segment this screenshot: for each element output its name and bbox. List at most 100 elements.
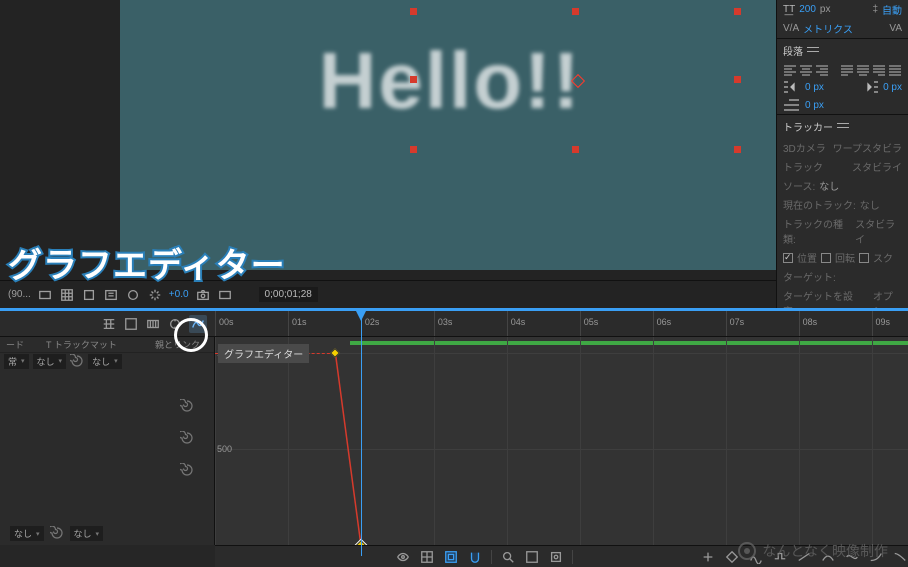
tracker-source-value[interactable]: なし <box>819 178 839 193</box>
text-layer-hello[interactable]: Hello!! <box>319 35 582 127</box>
render-queue-icon[interactable] <box>101 316 117 332</box>
ruler-tick: 06s <box>653 311 672 336</box>
grid-icon[interactable] <box>59 287 75 303</box>
tracker-source-label: ソース: <box>783 178 815 193</box>
first-line-indent-icon[interactable] <box>783 98 801 112</box>
tracker-3dcamera-button[interactable]: 3Dカメラ <box>783 140 826 155</box>
tracker-type-label: トラックの種類: <box>783 216 851 246</box>
transform-handle[interactable] <box>572 146 579 153</box>
panel-menu-icon[interactable] <box>837 123 849 131</box>
justify-center-icon[interactable] <box>856 64 870 76</box>
transform-handle[interactable] <box>410 76 417 83</box>
separate-dimensions-icon[interactable] <box>700 549 716 565</box>
kerning-value[interactable]: メトリクス <box>803 21 853 36</box>
tracker-warpstab-button[interactable]: ワープスタビラ <box>833 140 902 155</box>
tracker-stabilize-button[interactable]: スタビライ <box>852 159 902 174</box>
graph-editor-button[interactable] <box>189 315 207 333</box>
font-size-unit: px <box>820 4 831 15</box>
eye-icon[interactable] <box>395 549 411 565</box>
reset-exposure-icon[interactable] <box>147 287 163 303</box>
transform-handle[interactable] <box>734 76 741 83</box>
parent-dropdown[interactable]: なし <box>88 354 122 369</box>
align-left-icon[interactable] <box>783 64 797 76</box>
easy-ease-out-icon[interactable] <box>892 549 908 565</box>
time-ruler[interactable]: 00s01s02s03s04s05s06s07s08s09s <box>215 311 908 336</box>
transform-handle[interactable] <box>734 146 741 153</box>
graph-editor-tooltip: グラフエディター <box>218 344 309 363</box>
leading-icon[interactable]: ‡ <box>872 4 878 15</box>
paragraph-panel-header[interactable]: 段落 <box>777 38 908 62</box>
graph-options-icon[interactable] <box>419 549 435 565</box>
pickwhip-icon[interactable] <box>180 431 194 445</box>
ruler-tick: 01s <box>288 311 307 336</box>
pickwhip-icon[interactable] <box>70 354 84 368</box>
auto-zoom-icon[interactable] <box>500 549 516 565</box>
indent-left-value[interactable]: 0 px <box>805 82 824 93</box>
indent-right-icon[interactable] <box>861 80 879 94</box>
current-time-indicator[interactable] <box>361 311 362 556</box>
pickwhip-icon[interactable] <box>180 463 194 477</box>
blend-mode-dropdown[interactable]: 常 <box>4 354 29 369</box>
show-transform-box-icon[interactable] <box>443 549 459 565</box>
indent-left-icon[interactable] <box>783 80 801 94</box>
transform-handle[interactable] <box>410 8 417 15</box>
align-center-icon[interactable] <box>799 64 813 76</box>
viewer-canvas[interactable]: Hello!! <box>120 0 780 270</box>
fit-all-icon[interactable] <box>524 549 540 565</box>
show-snapshot-icon[interactable] <box>217 287 233 303</box>
auto-leading-label[interactable]: 自動 <box>882 2 902 17</box>
ruler-tick: 05s <box>580 311 599 336</box>
zoom-dropdown[interactable]: (90... <box>8 289 31 300</box>
tracking-icon[interactable]: VA <box>889 23 902 34</box>
timeline-panel: 00s01s02s03s04s05s06s07s08s09s グラフエディター … <box>0 311 908 567</box>
snapshot-icon[interactable] <box>195 287 211 303</box>
font-size-value[interactable]: 200 <box>799 4 816 15</box>
right-panel-column: T͟T 200 px ‡ 自動 V/A メトリクス VA 段落 0 px 0 p… <box>776 0 908 308</box>
current-timecode[interactable]: 0;00;01;28 <box>259 287 318 302</box>
align-right-icon[interactable] <box>815 64 829 76</box>
first-line-indent-value[interactable]: 0 px <box>805 100 824 111</box>
justify-right-icon[interactable] <box>872 64 886 76</box>
shy-icon[interactable] <box>123 316 139 332</box>
ruler-tick: 09s <box>872 311 891 336</box>
col-mode: ード <box>0 338 30 351</box>
transform-handle[interactable] <box>734 8 741 15</box>
resolution-dropdown[interactable] <box>37 287 53 303</box>
pickwhip-icon[interactable] <box>180 399 194 413</box>
guides-icon[interactable] <box>81 287 97 303</box>
timeline-header: 00s01s02s03s04s05s06s07s08s09s <box>0 311 908 337</box>
track-matte-dropdown[interactable]: なし <box>33 354 67 369</box>
snap-icon[interactable] <box>467 549 483 565</box>
tracker-track-button[interactable]: トラック <box>783 159 823 174</box>
justify-left-icon[interactable] <box>840 64 854 76</box>
ruler-tick: 07s <box>726 311 745 336</box>
mask-icon[interactable] <box>103 287 119 303</box>
tracker-type-value: スタビライ <box>855 216 902 246</box>
graph-editor-area[interactable]: 1000 %500 <box>215 337 908 545</box>
ruler-tick: 03s <box>434 311 453 336</box>
tracker-target-label: ターゲット: <box>783 269 836 284</box>
indent-right-value[interactable]: 0 px <box>883 82 902 93</box>
col-trackmatte: T トラックマット <box>40 338 123 351</box>
pickwhip-icon[interactable] <box>50 526 64 540</box>
viewer-toolbar: (90... +0.0 0;00;01;28 <box>0 280 776 308</box>
exposure-value[interactable]: +0.0 <box>169 289 189 300</box>
channel-icon[interactable] <box>125 287 141 303</box>
transform-handle[interactable] <box>572 8 579 15</box>
panel-menu-icon[interactable] <box>807 47 819 55</box>
transform-handle[interactable] <box>410 146 417 153</box>
tracker-panel-title: トラッカー <box>783 119 833 134</box>
watermark: なんとなく映像制作 <box>738 541 888 561</box>
fit-selection-icon[interactable] <box>548 549 564 565</box>
tracker-position-checkbox[interactable] <box>783 253 793 263</box>
tracker-rotation-checkbox[interactable] <box>821 253 831 263</box>
tracker-scale-checkbox[interactable] <box>859 253 869 263</box>
frame-blend-icon[interactable] <box>145 316 161 332</box>
tracker-panel-header[interactable]: トラッカー <box>777 114 908 138</box>
tracker-scale-label: スク <box>873 250 893 265</box>
motion-blur-icon[interactable] <box>167 316 183 332</box>
justify-all-icon[interactable] <box>888 64 902 76</box>
bottom-dropdown-2[interactable]: なし <box>70 526 104 541</box>
watermark-text: なんとなく映像制作 <box>762 541 888 561</box>
bottom-dropdown-1[interactable]: なし <box>10 526 44 541</box>
